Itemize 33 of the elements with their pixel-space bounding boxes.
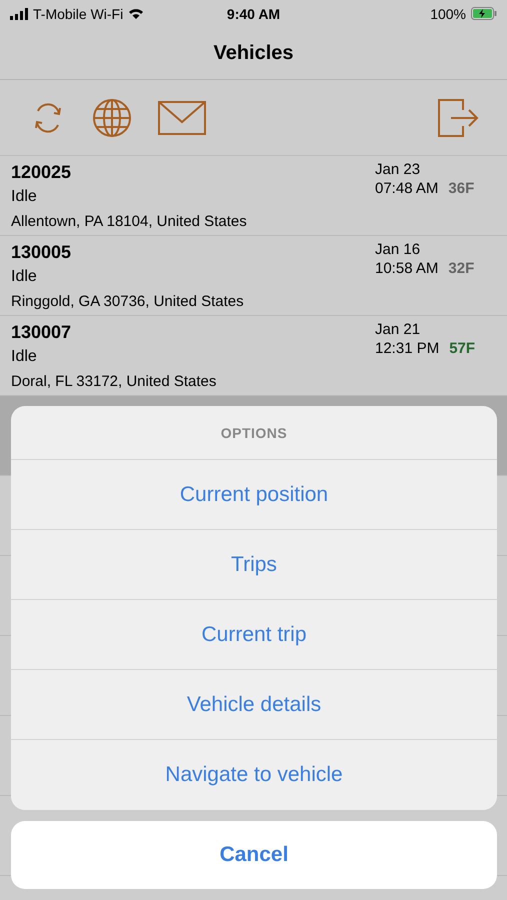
cancel-button[interactable]: Cancel [11, 821, 497, 889]
globe-icon [92, 98, 132, 138]
mail-icon [158, 100, 206, 136]
vehicle-status: Idle [11, 187, 37, 207]
vehicle-address: Ringgold, GA 30736, United States [11, 292, 244, 312]
vehicle-address: Allentown, PA 18104, United States [11, 212, 247, 232]
wifi-icon [128, 8, 144, 20]
vehicle-time: 10:58 AM [375, 259, 438, 278]
vehicle-date: Jan 21 [375, 320, 420, 339]
screen-title: Vehicles [213, 42, 294, 64]
globe-button[interactable] [92, 98, 132, 138]
vehicle-temperature: 36F [448, 179, 474, 198]
logout-button[interactable] [437, 98, 479, 138]
sheet-title: OPTIONS [220, 424, 288, 440]
vehicle-status: Idle [11, 267, 37, 287]
vehicle-id: 120025 [11, 161, 72, 184]
vehicle-address: Doral, FL 33172, United States [11, 372, 216, 392]
mail-button[interactable] [158, 100, 206, 136]
vehicle-date: Jan 23 [375, 160, 420, 179]
battery-icon [471, 7, 498, 20]
vehicle-time: 07:48 AM [375, 179, 438, 198]
logout-icon [437, 98, 479, 138]
vehicle-status: Idle [11, 347, 37, 367]
carrier-name: T-Mobile Wi-Fi [33, 6, 124, 22]
vehicle-time: 12:31 PM [375, 339, 440, 358]
vehicle-id: 130005 [11, 241, 72, 264]
vehicle-id: 130007 [11, 321, 72, 344]
battery-percent: 100% [430, 6, 466, 22]
status-time: 9:40 AM [226, 6, 280, 22]
vehicle-temperature: 32F [448, 259, 474, 278]
signal-icon [10, 8, 28, 20]
vehicle-temperature: 57F [449, 339, 476, 358]
vehicle-date: Jan 16 [375, 240, 420, 259]
